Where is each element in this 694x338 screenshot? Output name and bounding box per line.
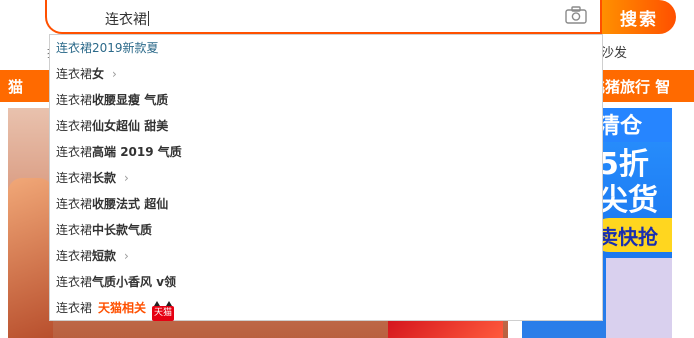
product-image (606, 258, 672, 338)
coat-image (8, 178, 53, 338)
suggestion-item[interactable]: 连衣裙中长款气质 (56, 217, 152, 243)
suggestion-item[interactable]: 连衣裙收腰法式 超仙 (56, 191, 168, 217)
chevron-right-icon[interactable]: › (124, 243, 129, 269)
suggestion-dropdown: 连衣裙2019新款夏 连衣裙女 › 连衣裙收腰显瘦 气质 连衣裙仙女超仙 甜美 连… (49, 34, 603, 321)
suggestion-item[interactable]: 连衣裙2019新款夏 (56, 35, 159, 61)
suggestion-item[interactable]: 连衣裙气质小香风 v领 (56, 269, 176, 295)
suggestion-item[interactable]: 连衣裙长款 › (56, 165, 129, 191)
search-input[interactable]: 连衣裙 (105, 9, 149, 29)
suggestion-item[interactable]: 连衣裙短款 › (56, 243, 129, 269)
suggestion-item[interactable]: 连衣裙仙女超仙 甜美 (56, 113, 168, 139)
chevron-right-icon[interactable]: › (124, 165, 129, 191)
text-caret (148, 11, 149, 26)
suggestion-item[interactable]: 连衣裙高端 2019 气质 (56, 139, 182, 165)
tmall-cat-icon: 天猫 (152, 301, 175, 321)
banner-clearance-text: 清仓 (598, 114, 643, 139)
search-button[interactable]: 搜索 (602, 0, 676, 34)
search-box: 连衣裙 (45, 0, 602, 34)
banner-pill-text: 卖快抢 (598, 225, 658, 249)
camera-icon[interactable] (565, 6, 587, 24)
suggestion-item[interactable]: 连衣裙收腰显瘦 气质 (56, 87, 168, 113)
banner-goods-text: 尖货 (598, 183, 658, 218)
suggestion-item-tmall[interactable]: 连衣裙 天猫相关 天猫 (56, 295, 175, 321)
nav-item-tmall[interactable]: 猫 (8, 76, 23, 97)
suggestion-item[interactable]: 连衣裙女 › (56, 61, 117, 87)
banner-discount-text: 5折 (598, 147, 649, 182)
chevron-right-icon[interactable]: › (112, 61, 117, 87)
hot-word-sofa[interactable]: 沙发 (601, 42, 627, 61)
